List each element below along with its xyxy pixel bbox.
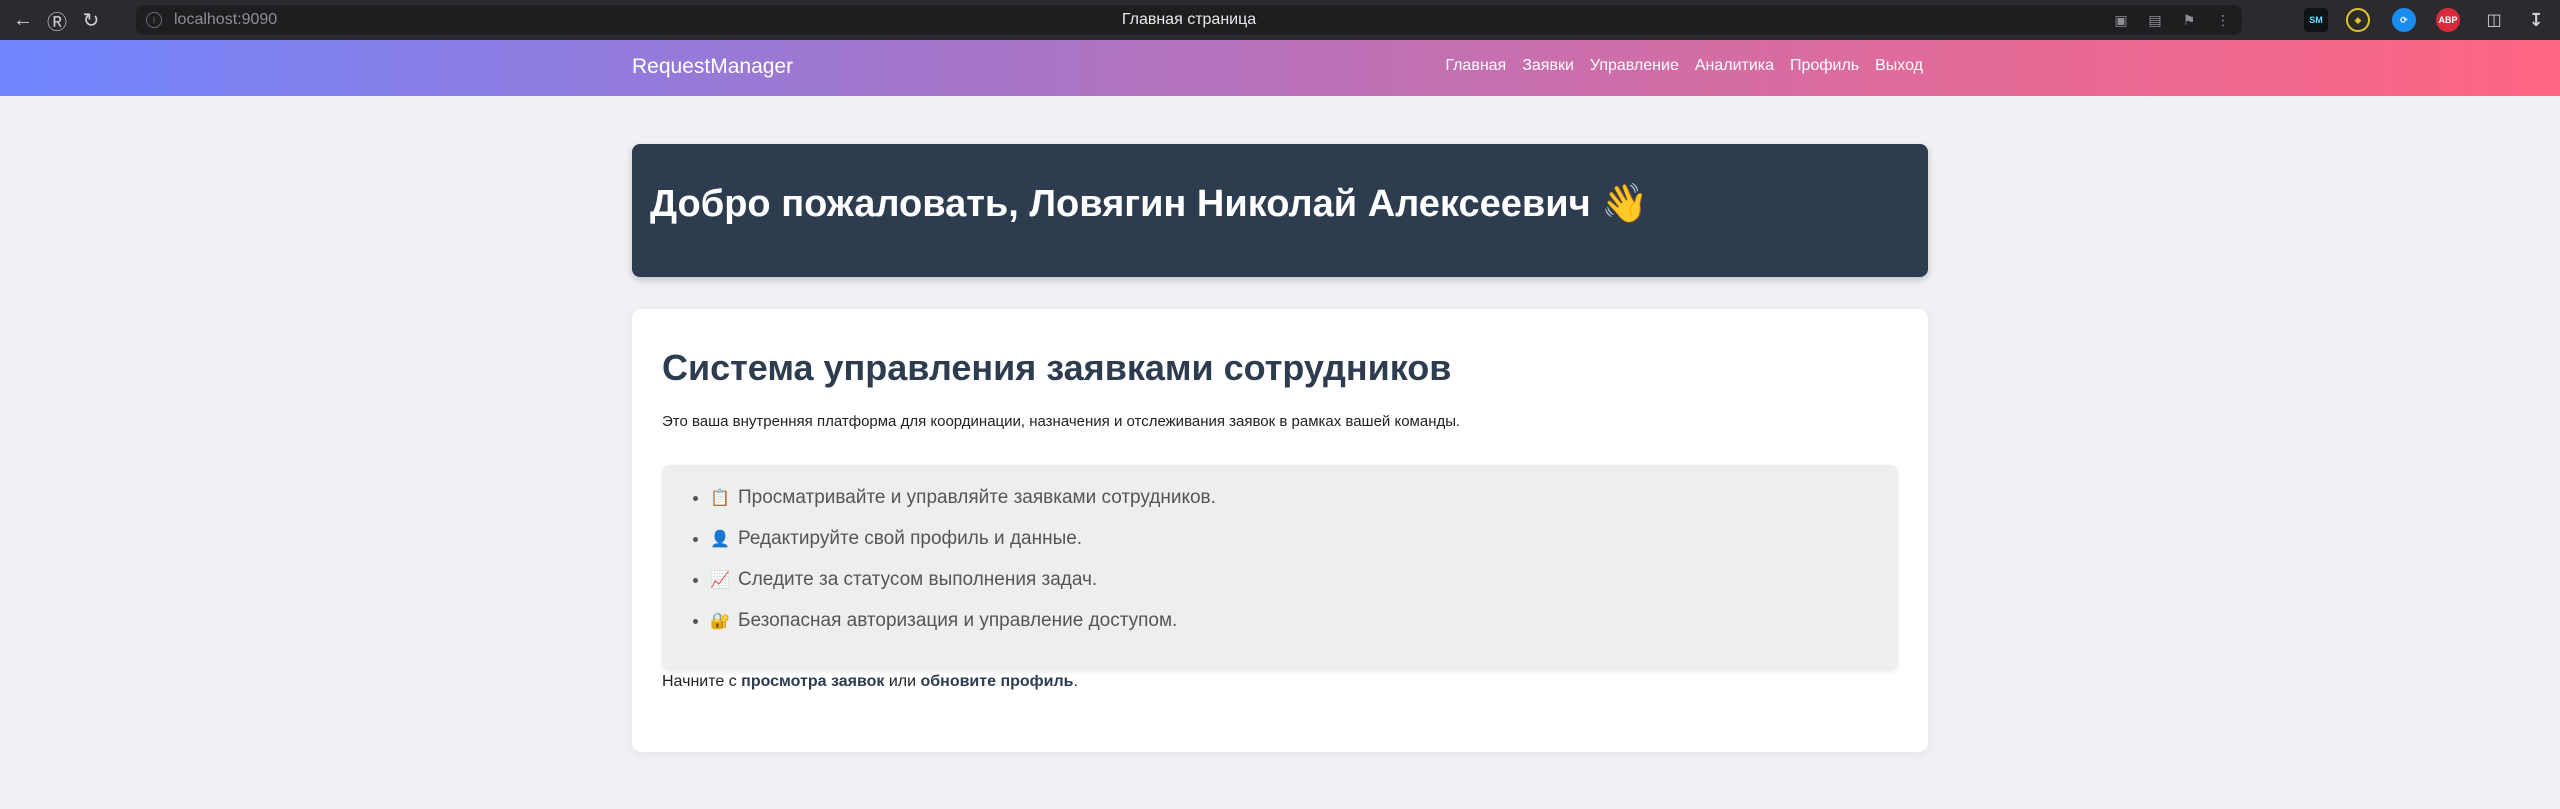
feature-text: Редактируйте свой профиль и данные. bbox=[738, 528, 1083, 549]
feature-text: Просматривайте и управляйте заявками сот… bbox=[738, 487, 1216, 508]
nav-management[interactable]: Управление bbox=[1590, 57, 1679, 75]
main-nav: Главная Заявки Управление Аналитика Проф… bbox=[1445, 57, 1923, 75]
brand-logo[interactable]: RequestManager bbox=[632, 55, 793, 79]
download-icon[interactable]: ↧ bbox=[2524, 8, 2548, 32]
list-item: 📈 Следите за статусом выполнения задач. bbox=[710, 569, 1216, 610]
bookmark-icon[interactable]: ⚑ bbox=[2180, 12, 2198, 29]
reload-icon[interactable]: ↻ bbox=[74, 3, 108, 37]
feature-list: 📋 Просматривайте и управляйте заявками со… bbox=[710, 487, 1216, 651]
feature-list-box: 📋 Просматривайте и управляйте заявками со… bbox=[662, 465, 1898, 671]
list-item: 🔐 Безопасная авторизация и управление дос… bbox=[710, 610, 1216, 651]
update-profile-link[interactable]: обновите профиль bbox=[921, 673, 1074, 690]
back-arrow-icon[interactable]: ← bbox=[6, 3, 40, 37]
outro-suffix: . bbox=[1073, 673, 1078, 690]
clipboard-icon: 📋 bbox=[710, 490, 730, 507]
feature-text: Следите за статусом выполнения задач. bbox=[738, 569, 1098, 590]
browser-toolbar: ← Ⓡ ↻ i localhost:9090 Главная страница … bbox=[0, 0, 2560, 40]
welcome-banner: Добро пожаловать, Ловягин Николай Алексе… bbox=[632, 144, 1928, 277]
extension-sm-icon[interactable]: SM bbox=[2304, 8, 2328, 32]
address-bar[interactable]: i localhost:9090 Главная страница ▣ ▤ ⚑ … bbox=[136, 5, 2242, 35]
welcome-heading: Добро пожаловать, Ловягин Николай Алексе… bbox=[650, 183, 1649, 225]
info-card: Система управления заявками сотрудников … bbox=[632, 309, 1928, 752]
outro-prefix: Начните с bbox=[662, 673, 742, 690]
adblock-icon[interactable]: ABP bbox=[2436, 8, 2460, 32]
more-icon[interactable]: ⋮ bbox=[2214, 12, 2232, 29]
chart-icon: 📈 bbox=[710, 572, 730, 589]
list-item: 📋 Просматривайте и управляйте заявками со… bbox=[710, 487, 1216, 528]
app-header: RequestManager Главная Заявки Управление… bbox=[0, 40, 2560, 96]
view-requests-link[interactable]: просмотра заявок bbox=[741, 673, 884, 690]
translate-icon[interactable]: ▣ bbox=[2112, 12, 2130, 29]
yandex-icon[interactable]: Ⓡ bbox=[40, 3, 74, 37]
url-text[interactable]: localhost:9090 bbox=[174, 11, 277, 29]
lock-icon: 🔐 bbox=[710, 613, 730, 630]
feature-text: Безопасная авторизация и управление дост… bbox=[738, 610, 1178, 631]
nav-analytics[interactable]: Аналитика bbox=[1695, 57, 1774, 75]
info-title: Система управления заявками сотрудников bbox=[662, 347, 1452, 388]
info-outro: Начните с просмотра заявок или обновите … bbox=[662, 673, 1078, 691]
list-item: 👤 Редактируйте свой профиль и данные. bbox=[710, 528, 1216, 569]
extension-yellow-icon[interactable]: ◆ bbox=[2346, 8, 2370, 32]
user-icon: 👤 bbox=[710, 531, 730, 548]
nav-profile[interactable]: Профиль bbox=[1790, 57, 1859, 75]
windows-icon[interactable]: ◫ bbox=[2482, 8, 2506, 32]
outro-middle: или bbox=[884, 673, 921, 690]
extension-blue-icon[interactable]: ⟳ bbox=[2392, 8, 2416, 32]
reader-icon[interactable]: ▤ bbox=[2146, 12, 2164, 29]
nav-logout[interactable]: Выход bbox=[1875, 57, 1923, 75]
info-intro: Это ваша внутренняя платформа для коорди… bbox=[662, 413, 1461, 430]
nav-requests[interactable]: Заявки bbox=[1522, 57, 1574, 75]
page-title-text: Главная страница bbox=[1121, 11, 1257, 28]
nav-home[interactable]: Главная bbox=[1445, 57, 1506, 75]
site-info-icon[interactable]: i bbox=[146, 12, 162, 28]
